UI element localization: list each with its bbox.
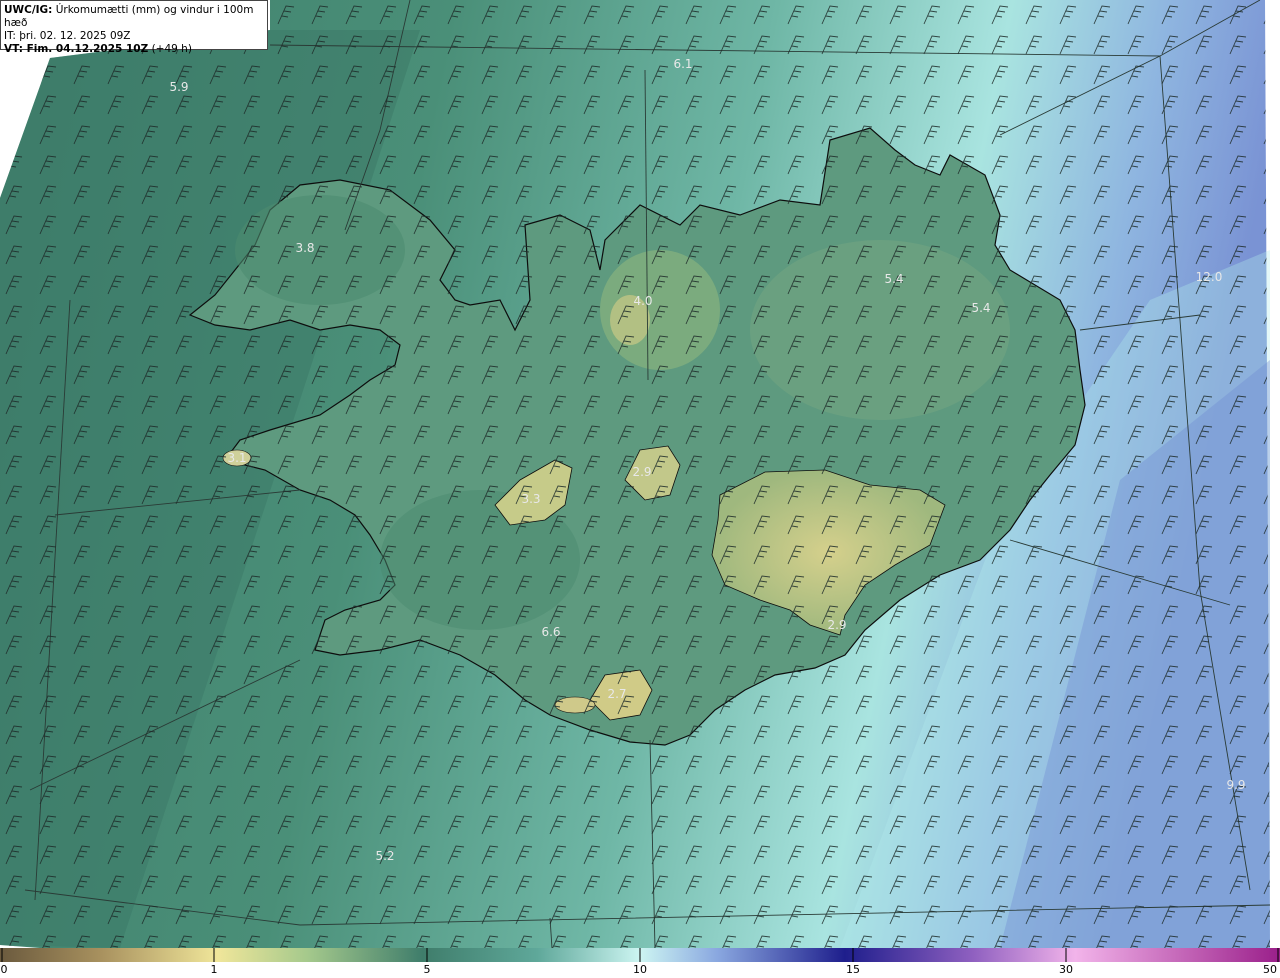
value-label: 2.9 xyxy=(827,618,847,632)
value-label: 3.1 xyxy=(227,451,247,465)
value-label: 5.2 xyxy=(375,849,395,863)
value-label: 4.0 xyxy=(633,294,653,308)
colorbar-label: 0 xyxy=(0,963,8,976)
value-label: 9.9 xyxy=(1226,778,1246,792)
value-label: 3.8 xyxy=(295,241,315,255)
value-label: 2.9 xyxy=(632,465,652,479)
colorbar-label: 30 xyxy=(1059,963,1073,976)
value-label: 6.6 xyxy=(541,625,561,639)
value-label: 6.1 xyxy=(673,57,693,71)
colorbar-label: 10 xyxy=(633,963,647,976)
colorbar-label: 50 xyxy=(1263,963,1277,976)
init-time: IT: þri. 02. 12. 2025 09Z xyxy=(4,30,131,42)
value-label: 5.4 xyxy=(971,301,991,315)
colorbar-label: 5 xyxy=(423,963,431,976)
value-label: 12.0 xyxy=(1195,270,1223,284)
forecast-offset: (+49 h) xyxy=(148,43,192,55)
value-label: 2.7 xyxy=(607,687,627,701)
value-label: 5.4 xyxy=(884,272,904,286)
map-info-box: UWC/IG: Úrkomumætti (mm) og vindur i 100… xyxy=(0,0,268,55)
value-label: 3.3 xyxy=(521,492,541,506)
colorbar-label: 1 xyxy=(210,963,218,976)
precipitation-wind-map xyxy=(0,0,1280,962)
valid-time: VT: Fim. 04.12.2025 10Z xyxy=(4,43,149,55)
value-label: 5.9 xyxy=(169,80,189,94)
model-name: UWC/IG: xyxy=(4,4,53,16)
colorbar-label: 15 xyxy=(846,963,860,976)
